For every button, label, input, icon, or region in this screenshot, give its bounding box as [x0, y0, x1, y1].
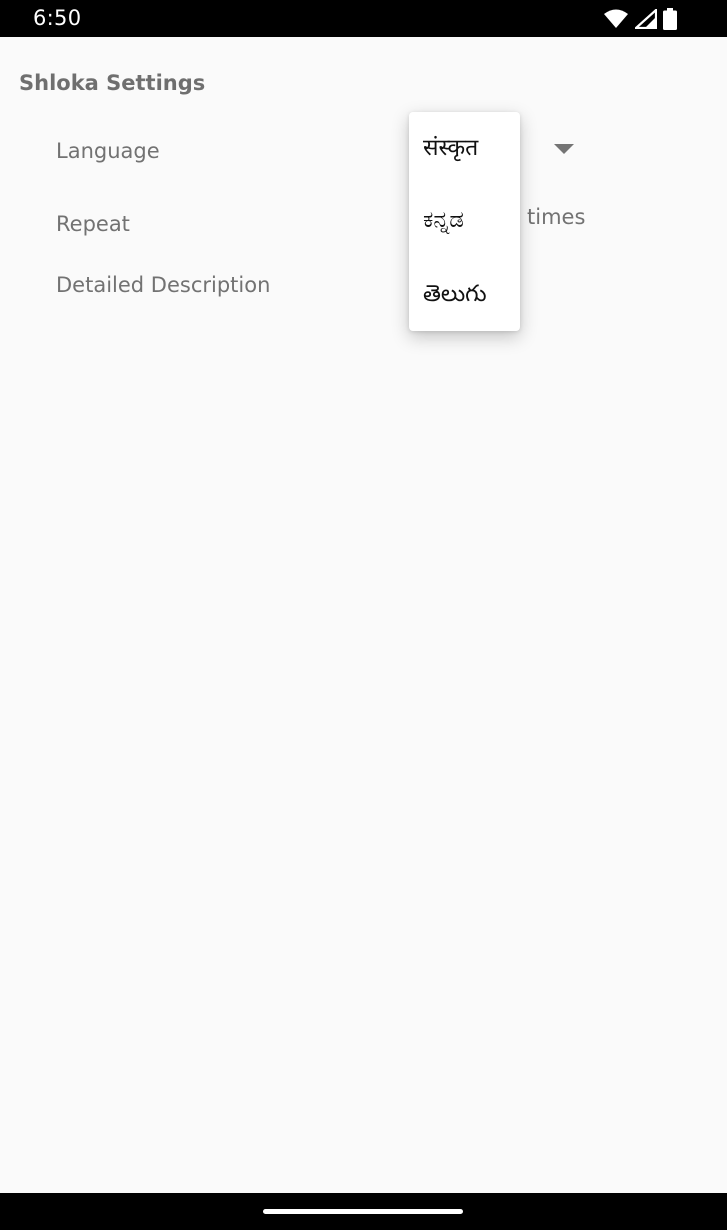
repeat-label: Repeat [56, 212, 130, 236]
battery-icon [663, 8, 677, 30]
status-bar: 6:50 [0, 0, 727, 37]
navigation-bar [0, 1193, 727, 1230]
status-time: 6:50 [33, 6, 82, 30]
signal-icon [635, 9, 657, 29]
status-icons [603, 8, 677, 30]
section-title: Shloka Settings [19, 71, 206, 95]
wifi-icon [603, 9, 629, 29]
language-option-kannada[interactable]: ಕನ್ನಡ [409, 195, 520, 245]
home-handle[interactable] [263, 1209, 463, 1214]
language-option-telugu[interactable]: తెలుగు [409, 269, 520, 319]
detailed-description-label[interactable]: Detailed Description [56, 270, 270, 300]
language-dropdown-menu: संस्कृत ಕನ್ನಡ తెలుగు [409, 112, 520, 331]
language-option-sanskrit[interactable]: संस्कृत [409, 123, 520, 173]
language-label: Language [56, 139, 160, 163]
dropdown-arrow-icon[interactable] [553, 143, 575, 155]
repeat-suffix: times [527, 205, 586, 229]
